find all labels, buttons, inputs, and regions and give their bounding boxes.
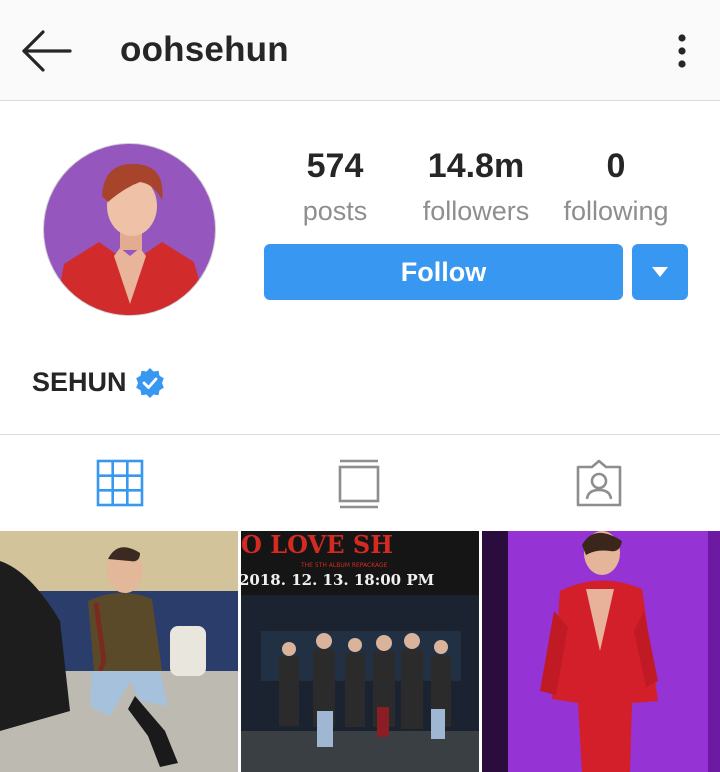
follow-button[interactable]: Follow (264, 244, 623, 300)
tab-tagged[interactable] (574, 459, 624, 509)
profile-screen: oohsehun 574 posts 14.8m followers 0 fol… (0, 0, 720, 772)
display-name: SEHUN (32, 367, 127, 397)
poster-date: 2018. 12. 13. 18:00 PM (241, 571, 434, 589)
top-bar: oohsehun (0, 0, 720, 101)
avatar[interactable] (43, 143, 216, 316)
arrow-left-icon (22, 30, 72, 72)
posts-label: posts (302, 196, 368, 226)
following-count: 0 (606, 147, 626, 185)
verified-badge-icon (135, 367, 165, 398)
stat-following[interactable]: 0 following (556, 146, 676, 228)
following-label: following (563, 196, 669, 226)
post-thumbnail-1[interactable] (0, 531, 238, 772)
post-thumbnail-2[interactable]: O LOVE SH THE 5TH ALBUM REPACKAGE 2018. … (241, 531, 479, 772)
more-options-button[interactable] (664, 28, 700, 74)
followers-label: followers (422, 196, 530, 226)
more-vertical-icon (678, 34, 686, 68)
followers-count: 14.8m (427, 147, 525, 185)
suggestions-dropdown-button[interactable] (632, 244, 688, 300)
tagged-icon (576, 459, 622, 507)
stat-followers[interactable]: 14.8m followers (414, 146, 538, 228)
stat-posts[interactable]: 574 posts (290, 146, 380, 228)
poster-subtitle: THE 5TH ALBUM REPACKAGE (300, 562, 388, 569)
caret-down-icon (652, 267, 668, 277)
back-button[interactable] (18, 28, 74, 74)
tab-grid[interactable] (96, 459, 146, 509)
grid-icon (96, 459, 144, 507)
feed-icon (338, 459, 380, 509)
display-name-row: SEHUN (32, 367, 165, 398)
profile-username: oohsehun (120, 30, 289, 69)
profile-tabs (0, 434, 720, 530)
poster-headline: O LOVE SH (241, 531, 393, 559)
posts-count: 574 (306, 147, 364, 185)
posts-grid: O LOVE SH THE 5TH ALBUM REPACKAGE 2018. … (0, 531, 720, 772)
post-thumbnail-3[interactable] (482, 531, 720, 772)
tab-feed[interactable] (336, 459, 386, 509)
